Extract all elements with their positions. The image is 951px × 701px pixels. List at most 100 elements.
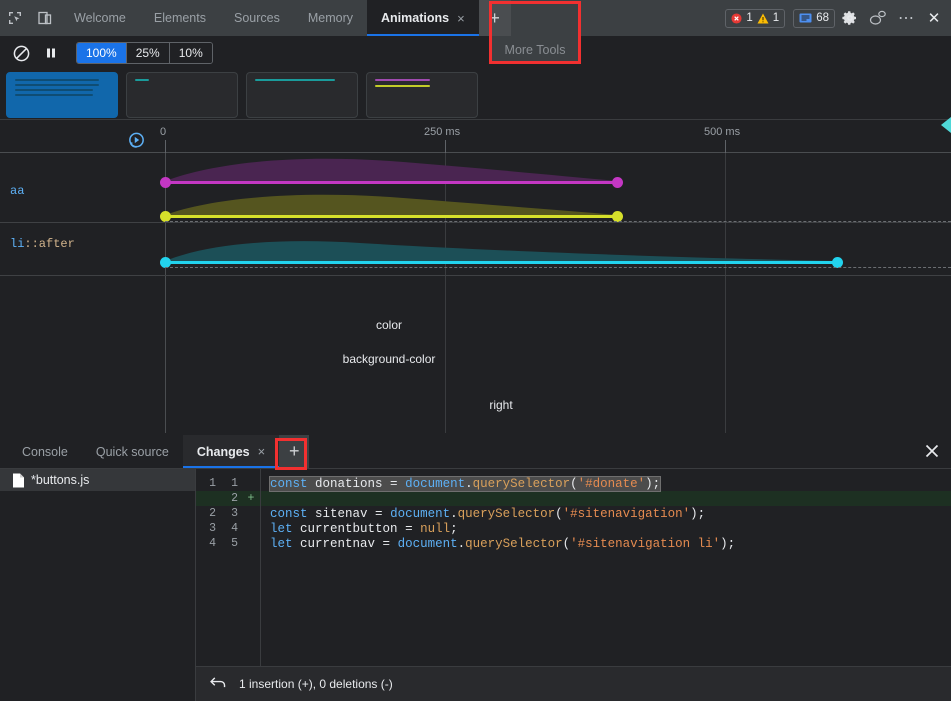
- animation-label-right: right: [489, 398, 512, 412]
- ruler-tick-0: [165, 140, 166, 153]
- drawer-tab-label: Changes: [197, 445, 250, 459]
- diff-status-bar: 1 insertion (+), 0 deletions (-): [196, 666, 951, 701]
- file-name: *buttons.js: [31, 473, 89, 487]
- tab-animations[interactable]: Animations ×: [367, 0, 479, 36]
- animation-bar-color[interactable]: [165, 181, 618, 184]
- message-icon: [799, 13, 812, 24]
- animation-label-background-color: background-color: [343, 352, 436, 366]
- drawer-tab-label: Quick source: [96, 445, 169, 459]
- diff-code: let currentnav = document.querySelector(…: [262, 537, 951, 551]
- close-devtools-icon[interactable]: ✕: [921, 5, 947, 31]
- track-label-li-after[interactable]: li::after: [10, 237, 75, 251]
- warning-icon: [757, 13, 769, 24]
- timeline-scrubber[interactable]: [941, 117, 951, 133]
- diff-old-line-number: 4: [196, 537, 218, 550]
- drawer-close-icon[interactable]: [925, 444, 939, 461]
- tabbar-right-controls: 1 1 68: [725, 0, 951, 36]
- diff-row[interactable]: 2 3 const sitenav = document.querySelect…: [196, 506, 951, 521]
- tab-label: Animations: [381, 11, 449, 25]
- speed-10[interactable]: 10%: [170, 43, 212, 63]
- diff-code: let currentbutton = null;: [262, 522, 951, 536]
- drawer-tab-changes[interactable]: Changes ×: [183, 435, 279, 468]
- ruler-tick-250: [445, 140, 446, 153]
- tab-label: Memory: [308, 11, 353, 25]
- tab-elements[interactable]: Elements: [140, 0, 220, 36]
- diff-code: const donations = document.querySelector…: [262, 477, 951, 491]
- tab-welcome[interactable]: Welcome: [60, 0, 140, 36]
- tab-memory[interactable]: Memory: [294, 0, 367, 36]
- diff-old-line-number: 3: [196, 522, 218, 535]
- issue-counters[interactable]: 1 1: [725, 9, 785, 28]
- diff-code: const sitenav = document.querySelector('…: [262, 507, 951, 521]
- feedback-icon[interactable]: [865, 5, 891, 31]
- tab-label: Elements: [154, 11, 206, 25]
- file-icon: [12, 473, 25, 488]
- diff-row[interactable]: 3 4 let currentbutton = null;: [196, 521, 951, 536]
- speed-100[interactable]: 100%: [77, 43, 127, 63]
- track-name-prefix: li: [10, 237, 24, 251]
- animation-preview-3[interactable]: [246, 72, 358, 118]
- more-options-icon[interactable]: ⋯: [893, 5, 919, 31]
- diff-new-line-number: 1: [218, 477, 240, 490]
- drawer-tab-bar: Console Quick source Changes × +: [0, 435, 951, 469]
- animation-preview-2[interactable]: [126, 72, 238, 118]
- drawer-panel: Console Quick source Changes × +: [0, 435, 951, 701]
- drawer-tab-console[interactable]: Console: [8, 435, 82, 468]
- track-dashed-divider-1: [165, 221, 951, 222]
- animation-previews: [0, 70, 951, 120]
- tab-label: Welcome: [74, 11, 126, 25]
- drawer-tab-label: Console: [22, 445, 68, 459]
- animation-end-knob-color[interactable]: [612, 177, 623, 188]
- animation-curves: [0, 153, 951, 433]
- more-tools-button[interactable]: +: [479, 0, 511, 36]
- diff-new-line-number: 4: [218, 522, 240, 535]
- playback-speed-group: 100% 25% 10%: [76, 42, 213, 64]
- diff-row[interactable]: 1 1 const donations = document.querySele…: [196, 476, 951, 491]
- device-toolbar-icon[interactable]: [30, 0, 60, 36]
- undo-icon[interactable]: [210, 676, 227, 692]
- pause-icon[interactable]: [38, 40, 64, 66]
- diff-row[interactable]: 2 +: [196, 491, 951, 506]
- error-icon: [731, 13, 742, 24]
- tabbar-spacer: [511, 0, 726, 36]
- diff-gutter-divider: [260, 469, 261, 666]
- drawer-more-tools-button[interactable]: +: [279, 435, 309, 468]
- devtools-window: Welcome Elements Sources Memory Animatio…: [0, 0, 951, 701]
- animation-bar-right[interactable]: [165, 261, 838, 264]
- animation-label-color: color: [376, 318, 402, 332]
- tab-label: Sources: [234, 11, 280, 25]
- info-count: 68: [816, 12, 829, 24]
- ruler-label-500: 500 ms: [704, 126, 740, 138]
- more-tools-tooltip: More Tools: [492, 36, 578, 63]
- diff-new-line-number: 3: [218, 507, 240, 520]
- animation-bar-background-color[interactable]: [165, 215, 618, 218]
- diff-row[interactable]: 4 5 let currentnav = document.querySelec…: [196, 536, 951, 551]
- animation-preview-4[interactable]: [366, 72, 478, 118]
- drawer-tab-quick-source[interactable]: Quick source: [82, 435, 183, 468]
- replay-icon[interactable]: [127, 131, 146, 153]
- diff-viewer[interactable]: 1 1 const donations = document.querySele…: [196, 469, 951, 666]
- error-count: 1: [746, 12, 752, 24]
- file-list-item[interactable]: *buttons.js: [0, 469, 195, 491]
- diff-new-line-number: 5: [218, 537, 240, 550]
- inspect-element-icon[interactable]: [0, 0, 30, 36]
- ruler-label-0: 0: [160, 126, 166, 138]
- speed-25[interactable]: 25%: [127, 43, 170, 63]
- diff-status-text: 1 insertion (+), 0 deletions (-): [239, 677, 393, 691]
- info-counter[interactable]: 68: [793, 9, 835, 28]
- ruler-label-250: 250 ms: [424, 126, 460, 138]
- animation-tracks: aa color background-color li::after rig: [0, 153, 951, 433]
- clear-all-icon[interactable]: [8, 40, 34, 66]
- ruler-tick-500: [725, 140, 726, 153]
- warning-count: 1: [773, 12, 779, 24]
- track-dashed-divider-2: [165, 267, 951, 268]
- diff-marker: +: [240, 492, 262, 505]
- gear-icon[interactable]: [837, 5, 863, 31]
- animation-start-knob-color[interactable]: [160, 177, 171, 188]
- tab-close-icon[interactable]: ×: [457, 12, 465, 25]
- tab-sources[interactable]: Sources: [220, 0, 294, 36]
- main-tab-bar: Welcome Elements Sources Memory Animatio…: [0, 0, 951, 36]
- drawer-tab-close-icon[interactable]: ×: [258, 445, 266, 458]
- track-name-suffix: ::after: [24, 237, 74, 251]
- animation-preview-1[interactable]: [6, 72, 118, 118]
